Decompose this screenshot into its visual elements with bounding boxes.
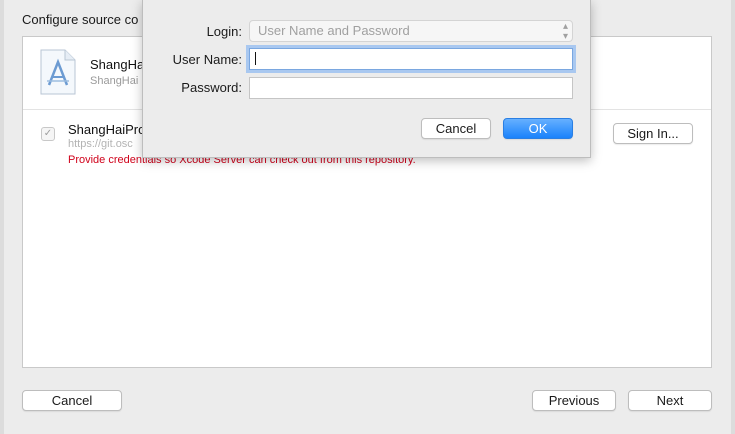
username-field-wrapper <box>249 48 573 70</box>
next-button[interactable]: Next <box>628 390 712 411</box>
repository-checkbox[interactable]: ✓ <box>41 127 55 141</box>
background-window-edge <box>731 0 735 434</box>
login-label: Login: <box>206 24 242 39</box>
popover-cancel-button[interactable]: Cancel <box>421 118 491 139</box>
repository-url: https://git.osc <box>68 138 133 150</box>
chevron-updown-icon: ▴ ▾ <box>562 21 568 42</box>
previous-button[interactable]: Previous <box>532 390 616 411</box>
password-label: Password: <box>181 80 242 95</box>
ok-button[interactable]: OK <box>503 118 573 139</box>
password-field[interactable] <box>249 77 573 99</box>
cancel-button[interactable]: Cancel <box>22 390 122 411</box>
sign-in-button[interactable]: Sign In... <box>613 123 693 144</box>
repository-name: ShangHaiPro <box>68 122 146 137</box>
background-window-edge <box>0 0 4 434</box>
xcode-app-icon <box>39 49 77 95</box>
username-field[interactable] <box>249 48 573 70</box>
text-caret <box>255 52 256 65</box>
credentials-popover: Login: User Name and Password ▴ ▾ User Na… <box>142 0 591 158</box>
login-method-select[interactable]: User Name and Password ▴ ▾ <box>249 20 573 42</box>
login-method-value: User Name and Password <box>258 23 410 38</box>
sheet-title: Configure source co <box>22 12 139 27</box>
username-label: User Name: <box>172 52 242 67</box>
